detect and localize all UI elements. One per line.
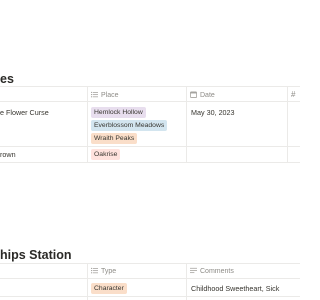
column-divider <box>186 263 187 300</box>
column-header-label: Type <box>101 268 117 275</box>
row-date[interactable]: May 30, 2023 <box>191 108 235 117</box>
column-header-label: Date <box>200 92 215 99</box>
row-comments[interactable]: Childhood Sweetheart, Sick <box>191 284 279 293</box>
type-tag[interactable]: Character <box>91 283 127 294</box>
header-bottom-divider <box>0 278 300 279</box>
number-icon: # <box>291 90 296 99</box>
column-header-type[interactable]: Type <box>91 267 116 275</box>
text-lines-icon <box>190 267 197 274</box>
column-header-date[interactable]: Date <box>190 91 215 99</box>
calendar-icon <box>190 91 197 98</box>
table-title: es <box>0 72 14 86</box>
row-name[interactable]: rown <box>0 150 16 159</box>
place-tag[interactable]: Oakrise <box>91 149 121 160</box>
column-header-number[interactable]: # <box>291 90 295 99</box>
place-tag[interactable]: Wraith Peaks <box>91 133 138 144</box>
list-icon <box>91 91 98 98</box>
column-divider <box>87 86 88 162</box>
table-title: hips Station <box>0 248 72 262</box>
header-top-divider <box>0 86 300 87</box>
column-divider <box>186 86 187 162</box>
header-bottom-divider <box>0 101 300 102</box>
place-tag[interactable]: Everblossom Meadows <box>91 120 168 131</box>
column-header-place[interactable]: Place <box>91 91 119 99</box>
header-top-divider <box>0 263 300 264</box>
row-divider <box>0 146 300 147</box>
list-icon <box>91 267 98 274</box>
column-divider <box>87 263 88 300</box>
column-header-label: Comments <box>200 268 234 275</box>
column-divider <box>287 86 288 162</box>
column-header-comments[interactable]: Comments <box>190 267 234 275</box>
row-name[interactable]: e Flower Curse <box>0 108 49 117</box>
column-header-label: Place <box>101 92 119 99</box>
row-divider <box>0 296 300 297</box>
place-tag[interactable]: Hemlock Hollow <box>91 107 146 118</box>
row-divider <box>0 162 300 163</box>
